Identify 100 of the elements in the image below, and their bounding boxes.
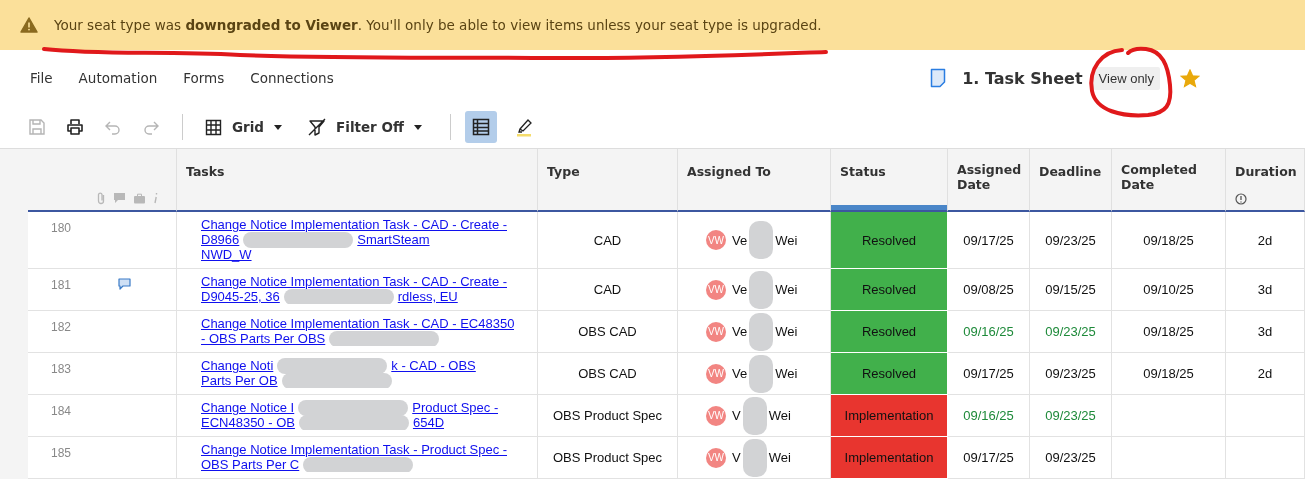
menu-item[interactable]: Forms — [183, 70, 225, 86]
row-number: 181 — [51, 278, 72, 292]
date-text: 09/17/25 — [963, 450, 1014, 465]
grid-icon — [205, 118, 222, 136]
table-cell: CAD — [538, 212, 678, 269]
assignee-name: Ve — [732, 366, 748, 381]
task-link[interactable]: k - CAD - OBS — [391, 358, 476, 373]
assignee-name: Ve — [732, 282, 748, 297]
task-link[interactable]: ECN48350 - OB — [201, 415, 295, 430]
column-header[interactable]: Tasks — [186, 164, 225, 179]
print-icon[interactable] — [66, 118, 84, 136]
task-link[interactable]: Parts Per OB — [201, 373, 278, 388]
column-header[interactable]: Assigned To — [687, 164, 771, 179]
comment-icon[interactable] — [118, 278, 131, 290]
duration-text: 3d — [1257, 282, 1273, 297]
date-text: 09/16/25 — [963, 408, 1014, 423]
assignee-name: Wei — [768, 408, 791, 423]
date-text: 09/23/25 — [1045, 232, 1096, 248]
task-link[interactable]: NWD_W — [201, 247, 252, 262]
info-icon — [1235, 193, 1247, 205]
highlighter-icon[interactable] — [514, 117, 533, 137]
avatar: VW — [706, 279, 726, 300]
avatar: VW — [706, 321, 726, 342]
warning-message: Your seat type was downgraded to Viewer. You'll only be able to view items unless your seat type is upgraded. — [54, 17, 822, 33]
list-icon — [471, 118, 490, 136]
task-link[interactable]: Change Notice Implementation Task - CAD - Create - — [201, 217, 508, 232]
grid-view-button[interactable] — [464, 111, 497, 143]
filter-off-icon — [308, 118, 327, 136]
star-icon[interactable] — [1180, 68, 1200, 88]
assignee-name: Wei — [775, 324, 798, 339]
table-cell: OBS CAD — [538, 353, 678, 395]
task-link[interactable]: Change Notice I — [201, 400, 295, 415]
briefcase-icon — [133, 192, 146, 204]
task-link[interactable]: Product Spec - — [412, 400, 499, 415]
menu-item[interactable]: File — [30, 70, 53, 86]
filter-dropdown[interactable]: Filter Off — [300, 114, 430, 140]
duration-text: 3d — [1257, 324, 1273, 339]
task-link[interactable]: Change Notice Implementation Task - CAD - EC48350 — [201, 316, 515, 331]
assignee-name: V — [732, 450, 741, 465]
date-text: 09/17/25 — [963, 232, 1014, 248]
task-link[interactable]: OBS Parts Per C — [201, 457, 300, 472]
status-cell: Implementation — [831, 437, 948, 479]
row-number: 185 — [51, 446, 72, 460]
task-link[interactable]: 654D — [412, 415, 444, 430]
comment-icon — [113, 192, 126, 204]
row-number: 180 — [51, 221, 72, 235]
assignee-name: Ve — [732, 232, 748, 248]
task-link[interactable]: SmartSteam — [357, 232, 430, 247]
assignee-name: Wei — [775, 366, 798, 381]
date-text: 09/23/25 — [1045, 450, 1096, 465]
date-text: 09/18/25 — [1143, 366, 1194, 381]
redaction-mark — [749, 221, 774, 259]
column-header[interactable]: Duration — [1235, 164, 1297, 179]
date-text: 09/17/25 — [963, 366, 1014, 381]
duration-text: 2d — [1257, 366, 1273, 381]
task-link[interactable]: Change Noti — [201, 358, 274, 373]
avatar: VW — [706, 447, 726, 468]
row-number: 184 — [51, 404, 72, 418]
column-header[interactable]: Deadline — [1039, 164, 1102, 179]
row-number: 183 — [51, 362, 72, 376]
warning-icon — [20, 17, 38, 33]
table-cell: CAD — [538, 269, 678, 311]
redaction-mark — [749, 354, 774, 393]
menu-item[interactable]: Automation — [78, 70, 158, 86]
info-icon — [153, 192, 159, 204]
redaction-mark — [749, 312, 774, 351]
task-link[interactable]: D8966 — [201, 232, 240, 247]
date-text: 09/23/25 — [1045, 324, 1096, 339]
date-text: 09/18/25 — [1143, 232, 1194, 248]
status-cell: Resolved — [831, 212, 948, 269]
column-header[interactable]: Status — [840, 164, 886, 179]
status-cell: Resolved — [831, 311, 948, 353]
attachment-icon — [96, 191, 106, 205]
duration-text: 2d — [1257, 232, 1273, 248]
table-cell: OBS Product Spec — [538, 437, 678, 479]
avatar: VW — [706, 230, 726, 250]
status-cell: Implementation — [831, 395, 948, 437]
date-text: 09/10/25 — [1143, 282, 1194, 297]
redaction-mark — [742, 438, 767, 477]
date-text: 09/18/25 — [1143, 324, 1194, 339]
task-link[interactable]: D9045-25, 36 — [201, 289, 280, 304]
assignee-name: Ve — [732, 324, 748, 339]
sheet-title: 1. Task Sheet — [962, 68, 1083, 88]
date-text: 09/23/25 — [1045, 366, 1096, 381]
column-header[interactable]: Type — [547, 164, 580, 179]
date-text: 09/08/25 — [963, 282, 1014, 297]
task-link[interactable]: - OBS Parts Per OBS — [201, 331, 326, 346]
date-text: 09/16/25 — [963, 324, 1014, 339]
task-link[interactable]: rdless, EU — [397, 289, 458, 304]
grid-view-dropdown[interactable]: Grid — [197, 114, 291, 140]
task-link[interactable]: Change Notice Implementation Task - CAD - Create - — [201, 274, 508, 289]
assignee-name: Wei — [775, 282, 798, 297]
assignee-name: V — [732, 408, 741, 423]
status-cell: Resolved — [831, 353, 948, 395]
redaction-mark — [749, 270, 774, 309]
sheet-icon — [930, 68, 947, 88]
menu-item[interactable]: Connections — [250, 70, 334, 86]
date-text: 09/15/25 — [1045, 282, 1096, 297]
date-text: 09/23/25 — [1045, 408, 1096, 423]
task-link[interactable]: Change Notice Implementation Task - Product Spec - — [201, 442, 508, 457]
